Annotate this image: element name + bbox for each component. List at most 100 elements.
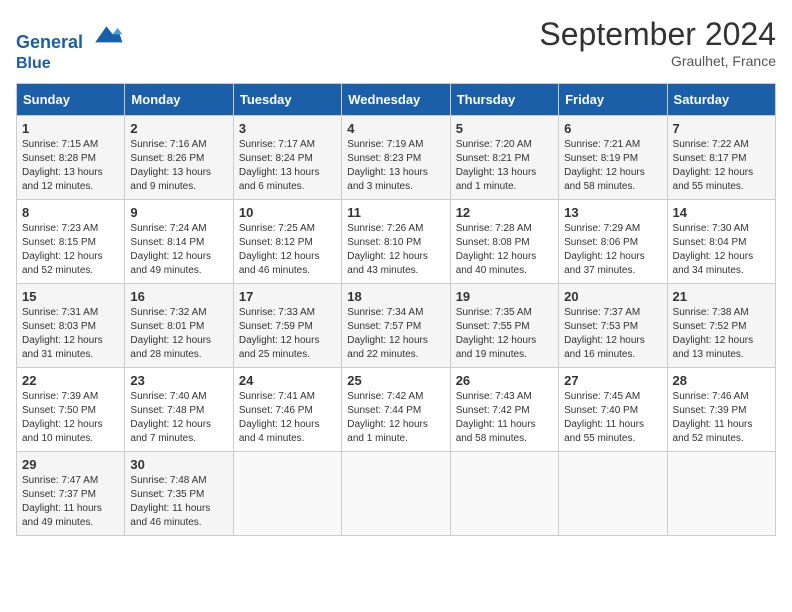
logo-text: General	[16, 16, 124, 54]
day-info: Sunrise: 7:26 AMSunset: 8:10 PMDaylight:…	[347, 223, 428, 276]
calendar-cell: 7 Sunrise: 7:22 AMSunset: 8:17 PMDayligh…	[667, 115, 775, 199]
day-number: 19	[456, 289, 553, 304]
day-number: 3	[239, 121, 336, 136]
title-section: September 2024 Graulhet, France	[539, 16, 776, 69]
calendar-cell: 5 Sunrise: 7:20 AMSunset: 8:21 PMDayligh…	[450, 115, 558, 199]
location: Graulhet, France	[539, 53, 776, 69]
logo-general: General	[16, 32, 83, 52]
day-number: 8	[22, 205, 119, 220]
calendar-cell: 4 Sunrise: 7:19 AMSunset: 8:23 PMDayligh…	[342, 115, 450, 199]
calendar-cell	[450, 451, 558, 535]
calendar-cell: 28 Sunrise: 7:46 AMSunset: 7:39 PMDaylig…	[667, 367, 775, 451]
day-number: 20	[564, 289, 661, 304]
day-number: 10	[239, 205, 336, 220]
logo: General Blue	[16, 16, 124, 73]
calendar-cell: 24 Sunrise: 7:41 AMSunset: 7:46 PMDaylig…	[233, 367, 341, 451]
calendar-cell: 27 Sunrise: 7:45 AMSunset: 7:40 PMDaylig…	[559, 367, 667, 451]
day-info: Sunrise: 7:23 AMSunset: 8:15 PMDaylight:…	[22, 223, 103, 276]
day-info: Sunrise: 7:17 AMSunset: 8:24 PMDaylight:…	[239, 139, 320, 192]
logo-icon	[92, 16, 124, 48]
day-info: Sunrise: 7:35 AMSunset: 7:55 PMDaylight:…	[456, 307, 537, 360]
day-info: Sunrise: 7:43 AMSunset: 7:42 PMDaylight:…	[456, 391, 536, 444]
day-info: Sunrise: 7:38 AMSunset: 7:52 PMDaylight:…	[673, 307, 754, 360]
calendar-week-row: 29 Sunrise: 7:47 AMSunset: 7:37 PMDaylig…	[17, 451, 776, 535]
header-day-sunday: Sunday	[17, 83, 125, 115]
day-info: Sunrise: 7:22 AMSunset: 8:17 PMDaylight:…	[673, 139, 754, 192]
day-number: 25	[347, 373, 444, 388]
day-number: 17	[239, 289, 336, 304]
day-number: 30	[130, 457, 227, 472]
day-info: Sunrise: 7:28 AMSunset: 8:08 PMDaylight:…	[456, 223, 537, 276]
calendar-cell: 11 Sunrise: 7:26 AMSunset: 8:10 PMDaylig…	[342, 199, 450, 283]
day-info: Sunrise: 7:39 AMSunset: 7:50 PMDaylight:…	[22, 391, 103, 444]
day-number: 7	[673, 121, 770, 136]
header-row: SundayMondayTuesdayWednesdayThursdayFrid…	[17, 83, 776, 115]
month-title: September 2024	[539, 16, 776, 53]
day-info: Sunrise: 7:21 AMSunset: 8:19 PMDaylight:…	[564, 139, 645, 192]
calendar-cell: 29 Sunrise: 7:47 AMSunset: 7:37 PMDaylig…	[17, 451, 125, 535]
day-number: 13	[564, 205, 661, 220]
day-number: 5	[456, 121, 553, 136]
calendar-cell: 30 Sunrise: 7:48 AMSunset: 7:35 PMDaylig…	[125, 451, 233, 535]
day-info: Sunrise: 7:16 AMSunset: 8:26 PMDaylight:…	[130, 139, 211, 192]
day-info: Sunrise: 7:24 AMSunset: 8:14 PMDaylight:…	[130, 223, 211, 276]
calendar-table: SundayMondayTuesdayWednesdayThursdayFrid…	[16, 83, 776, 536]
day-number: 12	[456, 205, 553, 220]
day-info: Sunrise: 7:48 AMSunset: 7:35 PMDaylight:…	[130, 475, 210, 528]
calendar-cell	[667, 451, 775, 535]
day-number: 26	[456, 373, 553, 388]
calendar-cell: 16 Sunrise: 7:32 AMSunset: 8:01 PMDaylig…	[125, 283, 233, 367]
calendar-cell: 10 Sunrise: 7:25 AMSunset: 8:12 PMDaylig…	[233, 199, 341, 283]
day-number: 29	[22, 457, 119, 472]
day-number: 22	[22, 373, 119, 388]
calendar-cell: 18 Sunrise: 7:34 AMSunset: 7:57 PMDaylig…	[342, 283, 450, 367]
day-number: 16	[130, 289, 227, 304]
calendar-cell: 17 Sunrise: 7:33 AMSunset: 7:59 PMDaylig…	[233, 283, 341, 367]
day-number: 9	[130, 205, 227, 220]
calendar-week-row: 22 Sunrise: 7:39 AMSunset: 7:50 PMDaylig…	[17, 367, 776, 451]
day-info: Sunrise: 7:33 AMSunset: 7:59 PMDaylight:…	[239, 307, 320, 360]
calendar-cell: 12 Sunrise: 7:28 AMSunset: 8:08 PMDaylig…	[450, 199, 558, 283]
day-number: 6	[564, 121, 661, 136]
day-info: Sunrise: 7:46 AMSunset: 7:39 PMDaylight:…	[673, 391, 753, 444]
day-number: 11	[347, 205, 444, 220]
day-info: Sunrise: 7:34 AMSunset: 7:57 PMDaylight:…	[347, 307, 428, 360]
calendar-week-row: 1 Sunrise: 7:15 AMSunset: 8:28 PMDayligh…	[17, 115, 776, 199]
day-info: Sunrise: 7:42 AMSunset: 7:44 PMDaylight:…	[347, 391, 428, 444]
header-day-monday: Monday	[125, 83, 233, 115]
day-info: Sunrise: 7:30 AMSunset: 8:04 PMDaylight:…	[673, 223, 754, 276]
day-info: Sunrise: 7:25 AMSunset: 8:12 PMDaylight:…	[239, 223, 320, 276]
day-info: Sunrise: 7:19 AMSunset: 8:23 PMDaylight:…	[347, 139, 428, 192]
calendar-cell: 6 Sunrise: 7:21 AMSunset: 8:19 PMDayligh…	[559, 115, 667, 199]
header-day-friday: Friday	[559, 83, 667, 115]
day-info: Sunrise: 7:37 AMSunset: 7:53 PMDaylight:…	[564, 307, 645, 360]
calendar-cell	[233, 451, 341, 535]
day-number: 2	[130, 121, 227, 136]
day-info: Sunrise: 7:20 AMSunset: 8:21 PMDaylight:…	[456, 139, 537, 192]
day-number: 28	[673, 373, 770, 388]
calendar-cell: 2 Sunrise: 7:16 AMSunset: 8:26 PMDayligh…	[125, 115, 233, 199]
day-number: 23	[130, 373, 227, 388]
day-number: 1	[22, 121, 119, 136]
header-day-saturday: Saturday	[667, 83, 775, 115]
calendar-cell: 19 Sunrise: 7:35 AMSunset: 7:55 PMDaylig…	[450, 283, 558, 367]
day-number: 24	[239, 373, 336, 388]
day-info: Sunrise: 7:45 AMSunset: 7:40 PMDaylight:…	[564, 391, 644, 444]
calendar-week-row: 8 Sunrise: 7:23 AMSunset: 8:15 PMDayligh…	[17, 199, 776, 283]
calendar-cell: 15 Sunrise: 7:31 AMSunset: 8:03 PMDaylig…	[17, 283, 125, 367]
header-day-thursday: Thursday	[450, 83, 558, 115]
day-number: 14	[673, 205, 770, 220]
calendar-cell: 14 Sunrise: 7:30 AMSunset: 8:04 PMDaylig…	[667, 199, 775, 283]
calendar-cell: 8 Sunrise: 7:23 AMSunset: 8:15 PMDayligh…	[17, 199, 125, 283]
calendar-cell: 9 Sunrise: 7:24 AMSunset: 8:14 PMDayligh…	[125, 199, 233, 283]
calendar-cell: 13 Sunrise: 7:29 AMSunset: 8:06 PMDaylig…	[559, 199, 667, 283]
logo-blue: Blue	[16, 54, 124, 73]
calendar-cell: 1 Sunrise: 7:15 AMSunset: 8:28 PMDayligh…	[17, 115, 125, 199]
day-info: Sunrise: 7:15 AMSunset: 8:28 PMDaylight:…	[22, 139, 103, 192]
day-number: 4	[347, 121, 444, 136]
day-info: Sunrise: 7:32 AMSunset: 8:01 PMDaylight:…	[130, 307, 211, 360]
calendar-cell: 25 Sunrise: 7:42 AMSunset: 7:44 PMDaylig…	[342, 367, 450, 451]
calendar-cell: 22 Sunrise: 7:39 AMSunset: 7:50 PMDaylig…	[17, 367, 125, 451]
calendar-cell: 3 Sunrise: 7:17 AMSunset: 8:24 PMDayligh…	[233, 115, 341, 199]
day-info: Sunrise: 7:31 AMSunset: 8:03 PMDaylight:…	[22, 307, 103, 360]
